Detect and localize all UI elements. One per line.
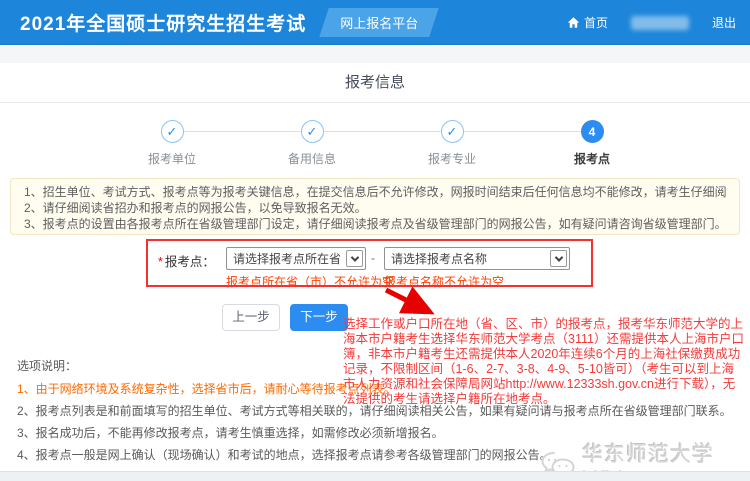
select-separator: - [371,251,375,265]
site-name-select[interactable]: 请选择报考点名称 [384,247,570,270]
header-gap-strip [0,46,750,63]
step-label: 报考专业 [428,150,476,167]
step-baokao-danwei: ✓ 报考单位 [102,120,242,167]
exam-site-field-label: *报考点： [158,251,215,270]
dropdown-arrow-icon [346,250,363,267]
options-note-item: 1、由于网络环境及系统复杂性，选择省市后，请耐心等待报考点列表。 [17,380,396,397]
step-label: 报考单位 [148,150,196,167]
annotation-arrow-icon [378,283,440,317]
field-label-text: 报考点： [165,255,215,269]
step-label: 报考点 [574,150,610,167]
platform-badge-label: 网上报名平台 [340,16,418,31]
required-asterisk: * [158,255,163,269]
dropdown-arrow-icon [550,250,567,267]
options-note-item: 4、报考点一般是网上确认（现场确认）和考试的地点，选择报考点请参考各级管理部门的… [17,446,552,463]
options-note-heading: 选项说明： [17,357,77,374]
logout-label: 退出 [712,14,736,31]
header-actions: 首页 退出 [567,0,736,45]
logout-link[interactable]: 退出 [712,14,736,31]
progress-stepper: ✓ 报考单位 ✓ 备用信息 ✓ 报考专业 4 报考点 [102,120,662,167]
notice-item: 3、报考点的设置由各报考点所在省级管理部门设定，请仔细阅读报考点及省级管理部门的… [24,216,726,232]
options-note-item: 3、报名成功后，不能再修改报考点，请考生慎重选择，如需修改必须新增报名。 [17,424,444,441]
step-number-badge: 4 [581,120,604,143]
page: 2021年全国硕士研究生招生考试 网上报名平台 首页 退出 报考信息 ✓ 报考单… [0,0,750,481]
home-icon [567,16,580,29]
page-title: 报考信息 [0,63,750,103]
footer-bar [0,471,750,481]
step-baokao-zhuanye: ✓ 报考专业 [382,120,522,167]
notice-item: 1、招生单位、考试方式、报考点等为报考关键信息，在提交信息后不允许修改，网报时间… [24,184,726,200]
app-title: 2021年全国硕士研究生招生考试 [20,9,306,36]
platform-badge: 网上报名平台 [324,8,434,37]
next-step-button[interactable]: 下一步 [290,304,348,331]
username-redacted [631,16,689,30]
notice-box: 1、招生单位、考试方式、报考点等为报考关键信息，在提交信息后不允许修改，网报时间… [10,178,740,235]
province-select-value: 请选择报考点所在省（市） [227,250,346,267]
site-name-select-value: 请选择报考点名称 [385,250,550,267]
step-baokaodian-current: 4 报考点 [522,120,662,167]
province-error-text: 报考点所在省（市）不允许为空 [226,273,394,290]
home-label: 首页 [584,14,608,31]
step-label: 备用信息 [288,150,336,167]
prev-step-button[interactable]: 上一步 [222,304,280,331]
province-select[interactable]: 请选择报考点所在省（市） [226,247,366,270]
check-icon: ✓ [441,120,464,143]
home-link[interactable]: 首页 [567,14,608,31]
check-icon: ✓ [301,120,324,143]
notice-item: 2、请仔细阅读省招办和报考点的网报公告，以免导致报名无效。 [24,200,726,216]
app-header: 2021年全国硕士研究生招生考试 网上报名平台 首页 退出 [0,0,750,45]
annotation-note-text: 选择工作或户口所在地（省、区、市）的报考点，报考华东师范大学的上海本市户籍考生选… [343,317,745,407]
step-beiyong-xinxi: ✓ 备用信息 [242,120,382,167]
check-icon: ✓ [161,120,184,143]
